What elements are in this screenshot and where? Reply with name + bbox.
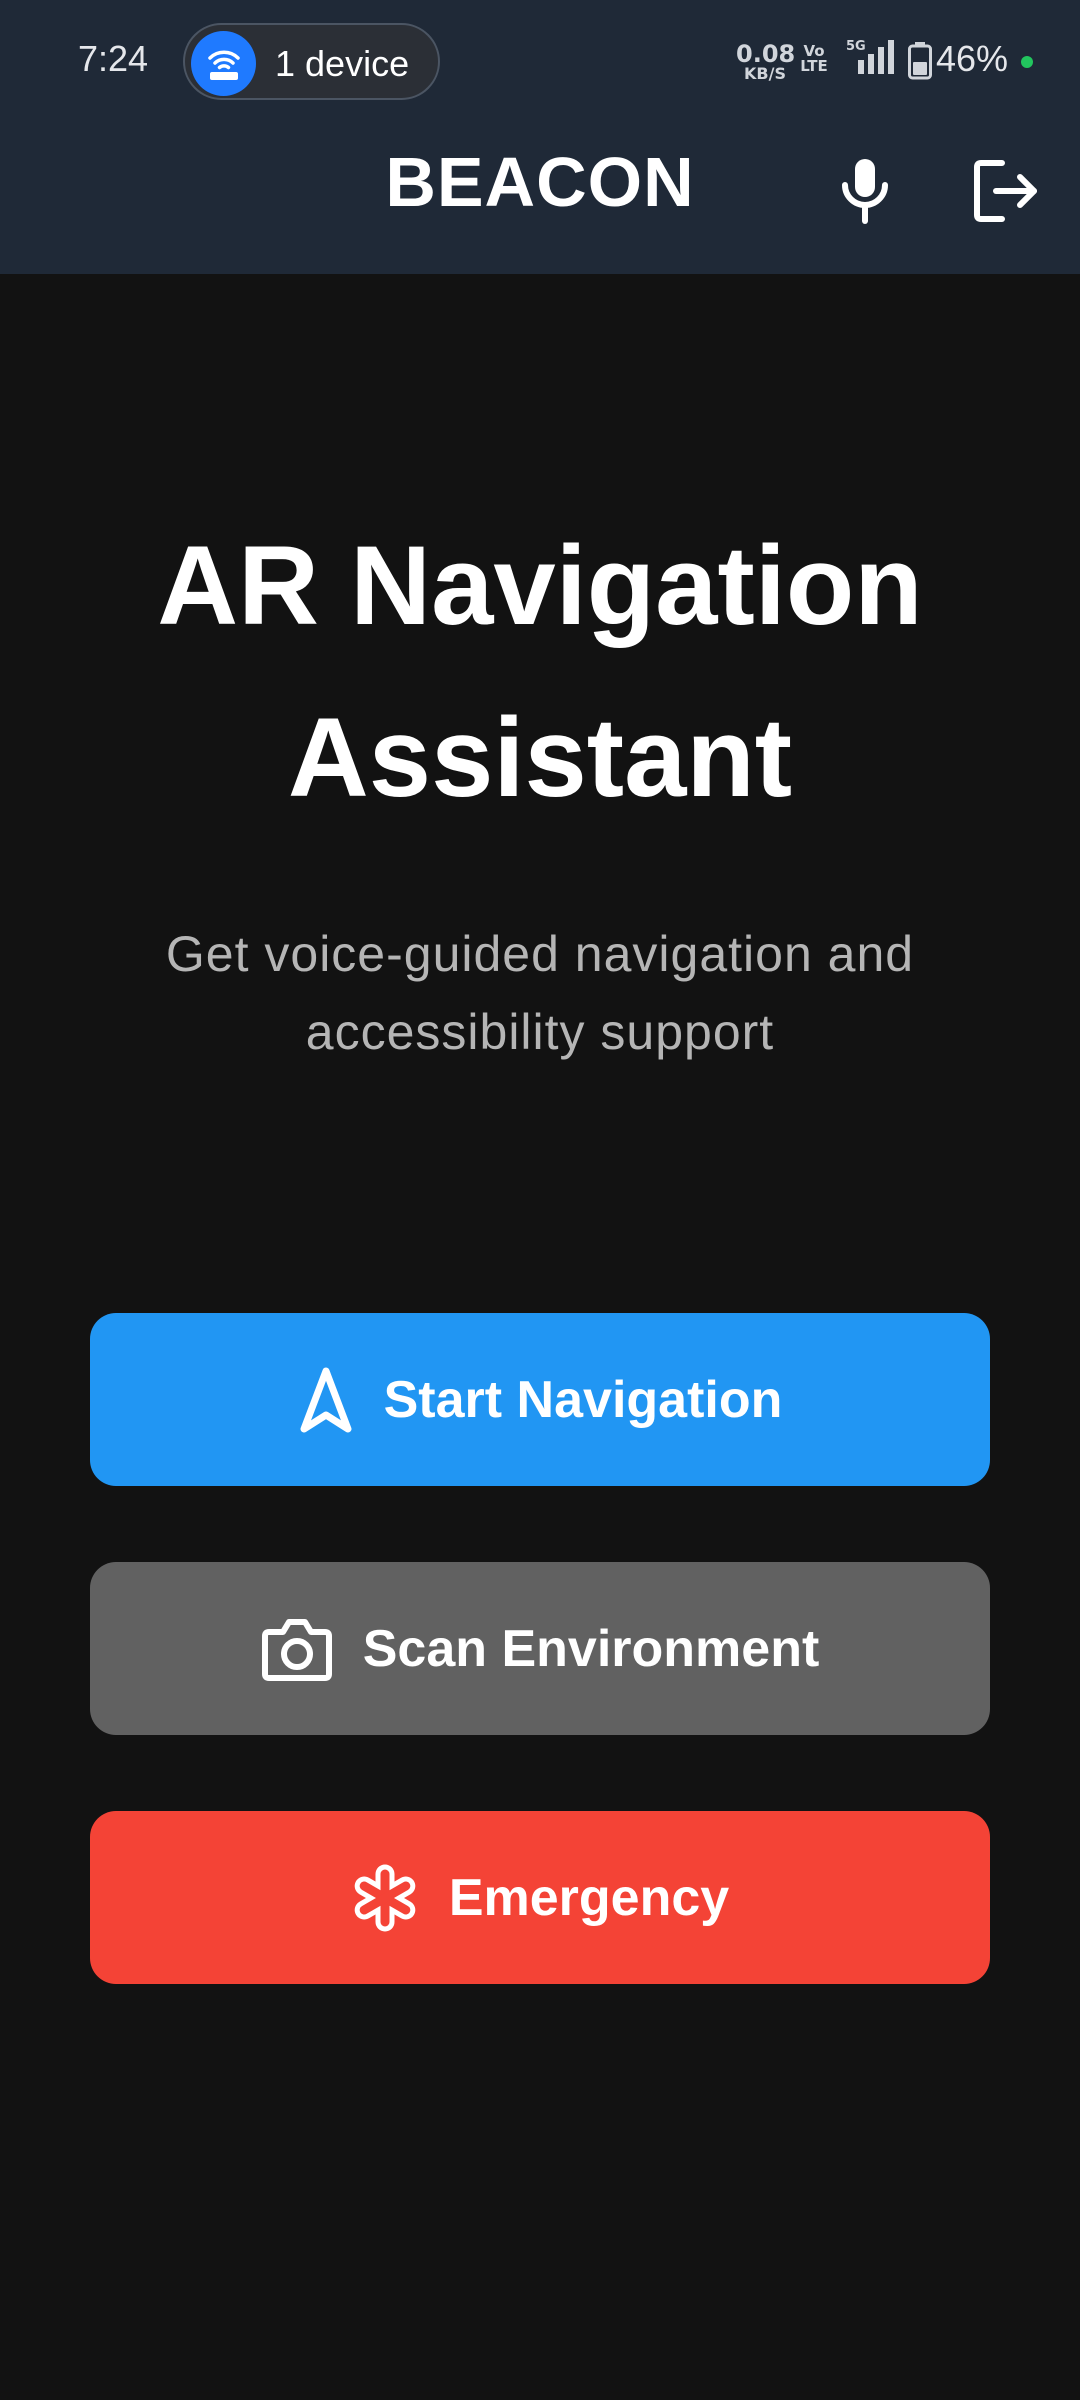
header: 7:24 1 device 0.08 KB/S Vo LTE 5G 46% BE… xyxy=(0,0,1080,274)
privacy-indicator-dot xyxy=(1021,56,1033,68)
network-speed: 0.08 KB/S xyxy=(736,40,796,83)
scan-environment-button[interactable]: Scan Environment xyxy=(90,1562,990,1735)
app-title: BEACON xyxy=(385,143,695,221)
status-bar: 7:24 1 device 0.08 KB/S Vo LTE 5G 46% xyxy=(0,0,1080,124)
start-navigation-label: Start Navigation xyxy=(383,1370,783,1429)
scan-environment-label: Scan Environment xyxy=(362,1619,820,1678)
network-speed-unit: KB/S xyxy=(744,64,786,83)
hotspot-indicator[interactable]: 1 device xyxy=(183,23,440,100)
subtitle: Get voice-guided navigation and accessib… xyxy=(165,926,915,1060)
volte-indicator: Vo LTE xyxy=(800,44,828,74)
navigation-arrow-icon xyxy=(298,1365,354,1435)
medical-asterisk-icon xyxy=(351,1864,419,1932)
emergency-button[interactable]: Emergency xyxy=(90,1811,990,1984)
start-navigation-button[interactable]: Start Navigation xyxy=(90,1313,990,1486)
battery-icon xyxy=(908,42,932,80)
network-speed-value: 0.08 xyxy=(736,40,796,68)
logout-icon xyxy=(974,160,1037,222)
hotspot-label: 1 device xyxy=(275,43,410,84)
camera-icon xyxy=(261,1616,333,1682)
microphone-icon xyxy=(842,159,888,224)
signal-icon: 5G xyxy=(846,39,894,74)
volte-bottom: LTE xyxy=(800,57,828,75)
microphone-button[interactable] xyxy=(833,155,897,227)
status-time: 7:24 xyxy=(78,38,149,79)
main-title: AR Navigation Assistant xyxy=(157,523,923,820)
network-type-label: 5G xyxy=(846,39,866,54)
logout-button[interactable] xyxy=(972,158,1042,224)
emergency-label: Emergency xyxy=(448,1868,730,1927)
battery-percentage: 46% xyxy=(936,38,1009,79)
wifi-router-icon xyxy=(191,31,256,96)
